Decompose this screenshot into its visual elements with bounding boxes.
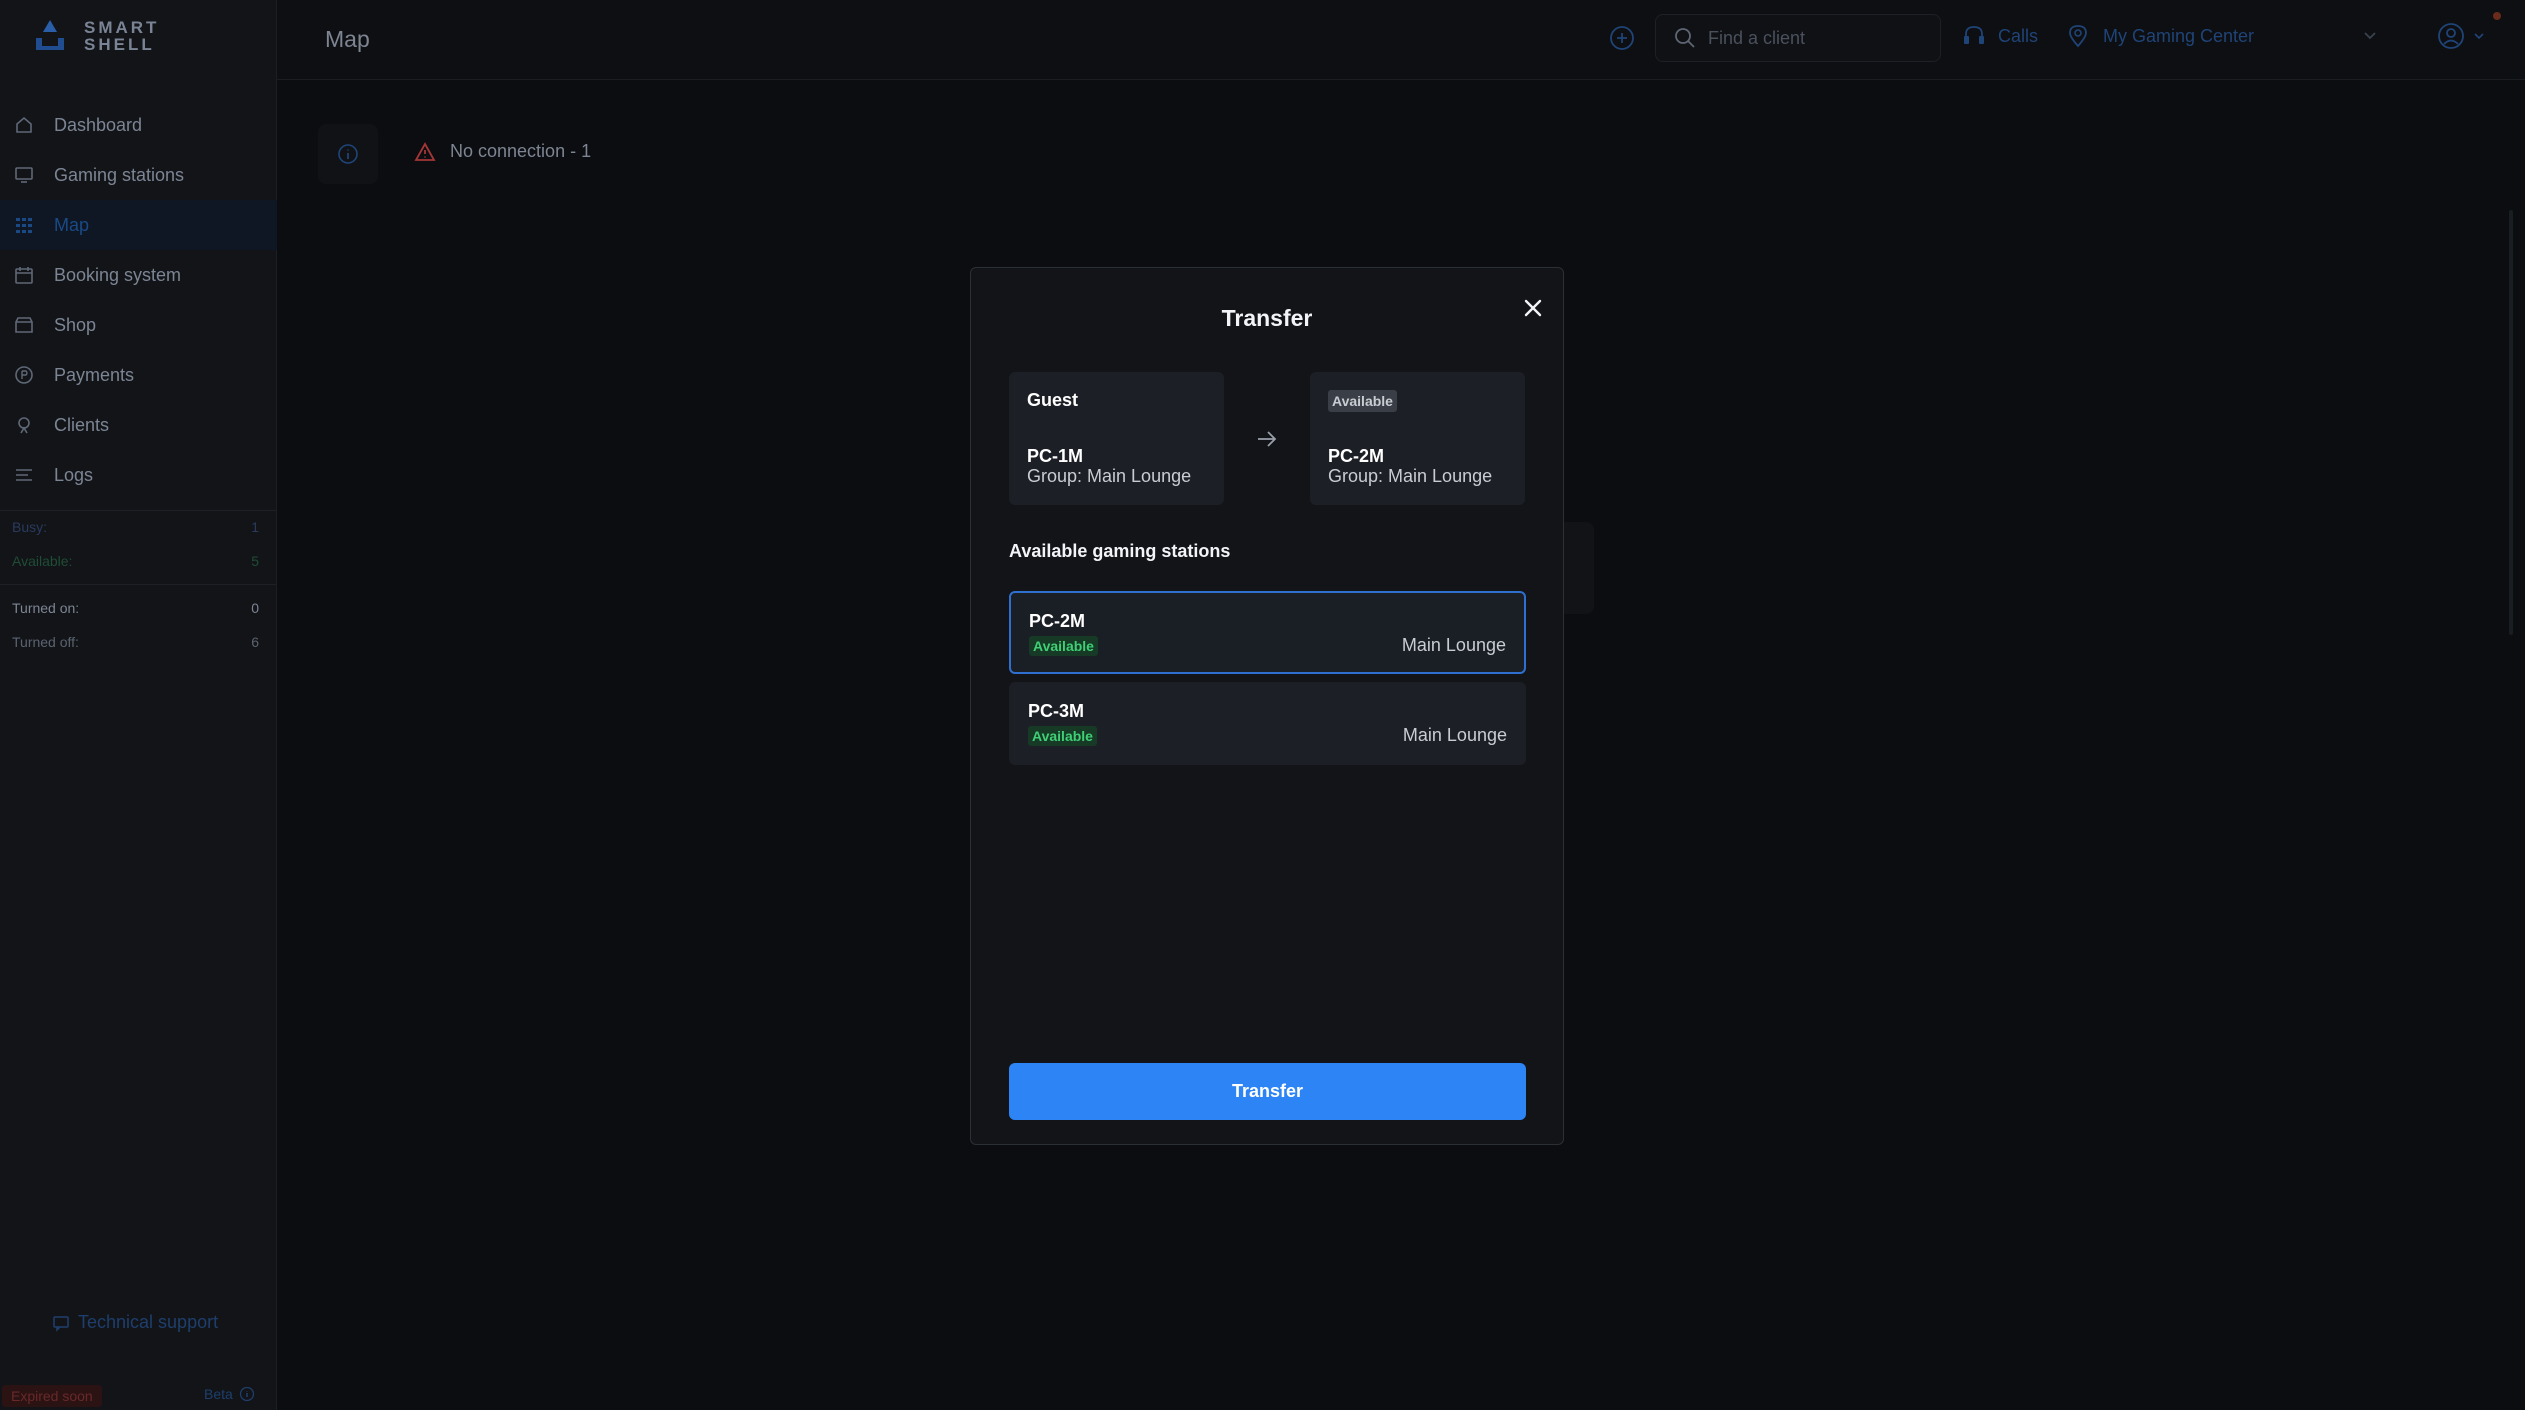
station-group: Main Lounge	[1401, 635, 1506, 655]
source-pc-name: PC-1M	[1027, 446, 1084, 466]
sidebar-item-dashboard[interactable]: Dashboard	[0, 100, 277, 150]
gaming-center-select[interactable]: My Gaming Center	[2067, 24, 2377, 48]
stat-turned-on: Turned on: 0	[12, 600, 259, 616]
info-button[interactable]	[318, 124, 378, 184]
sidebar-item-label: Logs	[54, 464, 94, 485]
beta-badge[interactable]: Beta	[204, 1386, 255, 1402]
chevron-down-icon	[2364, 32, 2376, 40]
add-icon[interactable]	[1608, 24, 1636, 52]
sidebar-item-label: Shop	[54, 314, 97, 335]
user-avatar-icon	[2438, 23, 2464, 49]
source-client-label: Guest	[1027, 390, 1079, 410]
list-icon	[16, 469, 32, 481]
sidebar-item-map[interactable]: Map	[0, 200, 277, 250]
technical-support-link[interactable]: Technical support	[52, 1312, 218, 1333]
calls-button[interactable]: Calls	[1962, 24, 2038, 48]
sidebar-item-label: Dashboard	[54, 114, 143, 135]
logo-text: SMART SHELL	[84, 18, 160, 54]
available-stations-heading: Available gaming stations	[1009, 541, 1231, 561]
chat-icon	[53, 1315, 69, 1332]
monitor-icon	[15, 167, 33, 183]
grid-icon	[16, 218, 32, 233]
sidebar-item-clients[interactable]: Clients	[0, 400, 277, 450]
station-name: PC-3M	[1028, 701, 1085, 721]
notification-dot	[2493, 12, 2501, 20]
sidebar-item-label: Gaming stations	[54, 164, 185, 185]
sidebar: SMART SHELL Dashboard Gaming stations Ma…	[0, 0, 277, 1410]
sidebar-item-booking-system[interactable]: Booking system	[0, 250, 277, 300]
logo-icon	[36, 20, 64, 50]
info-icon	[338, 144, 358, 164]
status-badge: Available	[1328, 390, 1397, 412]
stat-available: Available: 5	[12, 553, 259, 569]
sidebar-item-label: Clients	[54, 414, 110, 435]
close-icon[interactable]	[1523, 298, 1543, 318]
station-option-pc-2m[interactable]: PC-2M Available Main Lounge	[1009, 591, 1526, 674]
app-root: SMART SHELL Dashboard Gaming stations Ma…	[0, 0, 2525, 1410]
warning-icon	[414, 141, 436, 161]
target-station-card: Available PC-2M Group: Main Lounge	[1310, 372, 1525, 505]
source-pc-group: Group: Main Lounge	[1027, 466, 1192, 486]
divider	[0, 584, 277, 585]
logo[interactable]: SMART SHELL	[28, 16, 159, 56]
transfer-button[interactable]: Transfer	[1009, 1063, 1526, 1120]
source-station-card: Guest PC-1M Group: Main Lounge	[1009, 372, 1224, 505]
person-icon	[18, 417, 30, 434]
sidebar-item-logs[interactable]: Logs	[0, 450, 277, 500]
status-badge: Available	[1028, 726, 1097, 746]
calendar-icon	[15, 267, 33, 284]
target-pc-name: PC-2M	[1328, 446, 1385, 466]
info-icon	[239, 1386, 254, 1402]
sidebar-item-label: Map	[54, 214, 90, 235]
store-icon	[15, 317, 33, 333]
arrow-right-icon	[1258, 431, 1277, 447]
station-group: Main Lounge	[1402, 725, 1507, 745]
client-search[interactable]	[1655, 14, 1941, 62]
station-option-pc-3m[interactable]: PC-3M Available Main Lounge	[1009, 682, 1526, 765]
sidebar-item-label: Payments	[54, 364, 135, 385]
search-input[interactable]	[1708, 27, 1928, 49]
location-pin-icon	[2069, 25, 2087, 48]
coin-icon	[15, 366, 33, 384]
user-menu[interactable]	[2437, 22, 2485, 50]
status-badge: Available	[1029, 636, 1098, 656]
sidebar-item-shop[interactable]: Shop	[0, 300, 277, 350]
page-title: Map	[325, 26, 370, 52]
top-header: Map Calls My Gaming Center	[277, 0, 2525, 80]
station-name: PC-2M	[1029, 611, 1086, 631]
search-icon	[1675, 28, 1695, 48]
no-connection-status: No connection - 1	[414, 141, 591, 162]
headset-icon	[1964, 26, 1984, 44]
modal-title: Transfer	[1221, 305, 1313, 331]
sidebar-item-payments[interactable]: Payments	[0, 350, 277, 400]
sidebar-item-gaming-stations[interactable]: Gaming stations	[0, 150, 277, 200]
scrollbar[interactable]	[2509, 210, 2513, 635]
stat-busy: Busy: 1	[12, 519, 259, 535]
station-stats: Busy: 1 Available: 5 Turned on: 0 Turned…	[0, 510, 277, 659]
chevron-down-icon	[2474, 33, 2484, 40]
home-icon	[16, 116, 32, 133]
expired-soon-badge[interactable]: Expired soon	[2, 1385, 102, 1407]
stat-turned-off: Turned off: 6	[12, 634, 259, 650]
target-pc-group: Group: Main Lounge	[1328, 466, 1493, 486]
sidebar-nav: Dashboard Gaming stations Map Booking sy…	[0, 100, 277, 511]
transfer-modal: Transfer Guest PC-1M Group: Main Lounge …	[970, 267, 1564, 1145]
sidebar-item-label: Booking system	[54, 264, 182, 285]
